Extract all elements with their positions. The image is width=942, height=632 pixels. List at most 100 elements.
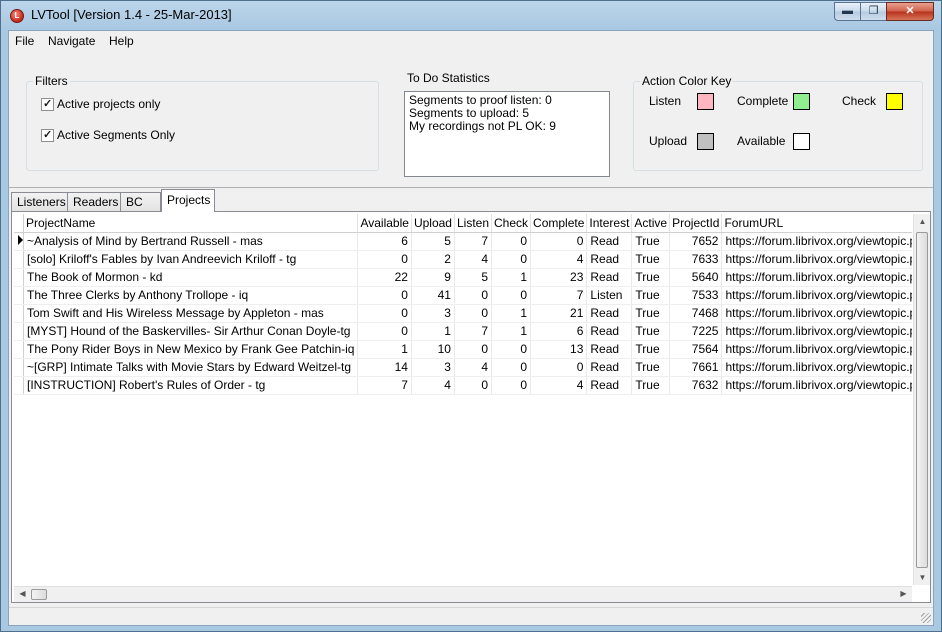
row-header[interactable] <box>14 250 24 269</box>
col-header-complete[interactable]: Complete <box>530 214 588 233</box>
cell-forumurl[interactable]: https://forum.librivox.org/viewtopic.php… <box>721 250 912 269</box>
cell-upload[interactable]: 4 <box>411 376 455 395</box>
cell-upload[interactable]: 3 <box>411 304 455 323</box>
cell-active[interactable]: True <box>631 286 671 305</box>
cell-projectname[interactable]: [INSTRUCTION] Robert's Rules of Order - … <box>23 376 359 395</box>
app-icon[interactable]: L <box>10 9 24 23</box>
cell-available[interactable]: 0 <box>357 286 412 305</box>
table-row[interactable]: The Three Clerks by Anthony Trollope - i… <box>14 286 912 305</box>
cell-projectname[interactable]: [MYST] Hound of the Baskervilles- Sir Ar… <box>23 322 359 341</box>
cell-projectid[interactable]: 7225 <box>669 322 723 341</box>
todo-stats-textbox[interactable]: Segments to proof listen: 0 Segments to … <box>404 91 610 177</box>
cell-forumurl[interactable]: https://forum.librivox.org/viewtopic.php… <box>721 232 912 251</box>
table-row[interactable]: ~[GRP] Intimate Talks with Movie Stars b… <box>14 358 912 377</box>
cell-interest[interactable]: Read <box>586 358 633 377</box>
close-button[interactable]: ✕ <box>886 2 934 21</box>
row-header-current[interactable] <box>14 232 24 251</box>
cell-forumurl[interactable]: https://forum.librivox.org/viewtopic.php… <box>721 268 912 287</box>
cell-interest[interactable]: Read <box>586 340 633 359</box>
active-segments-label[interactable]: Active Segments Only <box>57 128 175 142</box>
cell-listen[interactable]: 4 <box>454 250 493 269</box>
cell-complete[interactable]: 23 <box>530 268 588 287</box>
row-header[interactable] <box>14 322 24 341</box>
cell-complete[interactable]: 4 <box>530 376 588 395</box>
col-header-projectid[interactable]: ProjectId <box>669 214 723 233</box>
resize-grip-icon[interactable] <box>921 613 931 623</box>
scroll-up-icon[interactable]: ▲ <box>914 217 931 226</box>
cell-projectname[interactable]: ~[GRP] Intimate Talks with Movie Stars b… <box>23 358 359 377</box>
row-header[interactable] <box>14 304 24 323</box>
menu-help[interactable]: Help <box>109 34 134 48</box>
cell-active[interactable]: True <box>631 304 671 323</box>
col-header-upload[interactable]: Upload <box>411 214 455 233</box>
maximize-button[interactable]: ❐ <box>860 2 887 21</box>
cell-forumurl[interactable]: https://forum.librivox.org/viewtopic.php… <box>721 322 912 341</box>
cell-active[interactable]: True <box>631 268 671 287</box>
cell-interest[interactable]: Read <box>586 304 633 323</box>
cell-active[interactable]: True <box>631 340 671 359</box>
menu-navigate[interactable]: Navigate <box>48 34 95 48</box>
cell-check[interactable]: 0 <box>491 250 532 269</box>
title-bar[interactable]: L LVTool [Version 1.4 - 25-Mar-2013] ▬ ❐… <box>1 1 941 30</box>
cell-projectname[interactable]: [solo] Kriloff's Fables by Ivan Andreevi… <box>23 250 359 269</box>
cell-complete[interactable]: 0 <box>530 358 588 377</box>
cell-complete[interactable]: 13 <box>530 340 588 359</box>
tab-bc[interactable]: BC <box>120 192 161 211</box>
cell-upload[interactable]: 5 <box>411 232 455 251</box>
cell-listen[interactable]: 0 <box>454 340 493 359</box>
cell-interest[interactable]: Read <box>586 322 633 341</box>
cell-projectid[interactable]: 7564 <box>669 340 723 359</box>
cell-listen[interactable]: 7 <box>454 232 493 251</box>
cell-projectid[interactable]: 7632 <box>669 376 723 395</box>
cell-available[interactable]: 22 <box>357 268 412 287</box>
table-row[interactable]: The Book of Mormon - kd 22 9 5 1 23 Read… <box>14 268 912 287</box>
cell-interest[interactable]: Read <box>586 232 633 251</box>
tab-readers[interactable]: Readers <box>67 192 121 211</box>
col-header-listen[interactable]: Listen <box>454 214 493 233</box>
cell-forumurl[interactable]: https://forum.librivox.org/viewtopic.php… <box>721 358 912 377</box>
active-segments-checkbox[interactable] <box>41 128 54 142</box>
menu-file[interactable]: File <box>15 34 34 48</box>
tab-listeners[interactable]: Listeners <box>11 192 68 211</box>
cell-projectname[interactable]: The Book of Mormon - kd <box>23 268 359 287</box>
cell-active[interactable]: True <box>631 358 671 377</box>
cell-upload[interactable]: 3 <box>411 358 455 377</box>
grid-vertical-scrollbar[interactable]: ▲ ▼ <box>913 214 930 585</box>
grid-horizontal-scrollbar[interactable]: ◀ ▶ <box>14 586 912 602</box>
row-header[interactable] <box>14 358 24 377</box>
table-row[interactable]: Tom Swift and His Wireless Message by Ap… <box>14 304 912 323</box>
vertical-scroll-thumb[interactable] <box>916 232 928 568</box>
cell-complete[interactable]: 21 <box>530 304 588 323</box>
cell-projectid[interactable]: 7468 <box>669 304 723 323</box>
cell-active[interactable]: True <box>631 376 671 395</box>
cell-projectname[interactable]: The Three Clerks by Anthony Trollope - i… <box>23 286 359 305</box>
col-header-projectname[interactable]: ProjectName <box>23 214 359 233</box>
scroll-down-icon[interactable]: ▼ <box>914 573 931 582</box>
cell-available[interactable]: 0 <box>357 250 412 269</box>
table-row[interactable]: The Pony Rider Boys in New Mexico by Fra… <box>14 340 912 359</box>
cell-available[interactable]: 6 <box>357 232 412 251</box>
table-row[interactable]: ~Analysis of Mind by Bertrand Russell - … <box>14 232 912 251</box>
cell-projectid[interactable]: 7533 <box>669 286 723 305</box>
cell-interest[interactable]: Listen <box>586 286 633 305</box>
row-header[interactable] <box>14 268 24 287</box>
row-header[interactable] <box>14 286 24 305</box>
cell-listen[interactable]: 7 <box>454 322 493 341</box>
tab-projects[interactable]: Projects <box>161 189 215 212</box>
cell-active[interactable]: True <box>631 250 671 269</box>
cell-projectid[interactable]: 7652 <box>669 232 723 251</box>
cell-complete[interactable]: 6 <box>530 322 588 341</box>
col-header-check[interactable]: Check <box>491 214 532 233</box>
panel-splitter[interactable] <box>9 187 933 188</box>
cell-projectid[interactable]: 7661 <box>669 358 723 377</box>
cell-upload[interactable]: 9 <box>411 268 455 287</box>
cell-complete[interactable]: 7 <box>530 286 588 305</box>
table-row[interactable]: [INSTRUCTION] Robert's Rules of Order - … <box>14 376 912 395</box>
cell-available[interactable]: 7 <box>357 376 412 395</box>
table-row[interactable]: [solo] Kriloff's Fables by Ivan Andreevi… <box>14 250 912 269</box>
col-header-available[interactable]: Available <box>357 214 412 233</box>
cell-projectid[interactable]: 7633 <box>669 250 723 269</box>
cell-check[interactable]: 1 <box>491 268 532 287</box>
row-header[interactable] <box>14 340 24 359</box>
cell-upload[interactable]: 1 <box>411 322 455 341</box>
